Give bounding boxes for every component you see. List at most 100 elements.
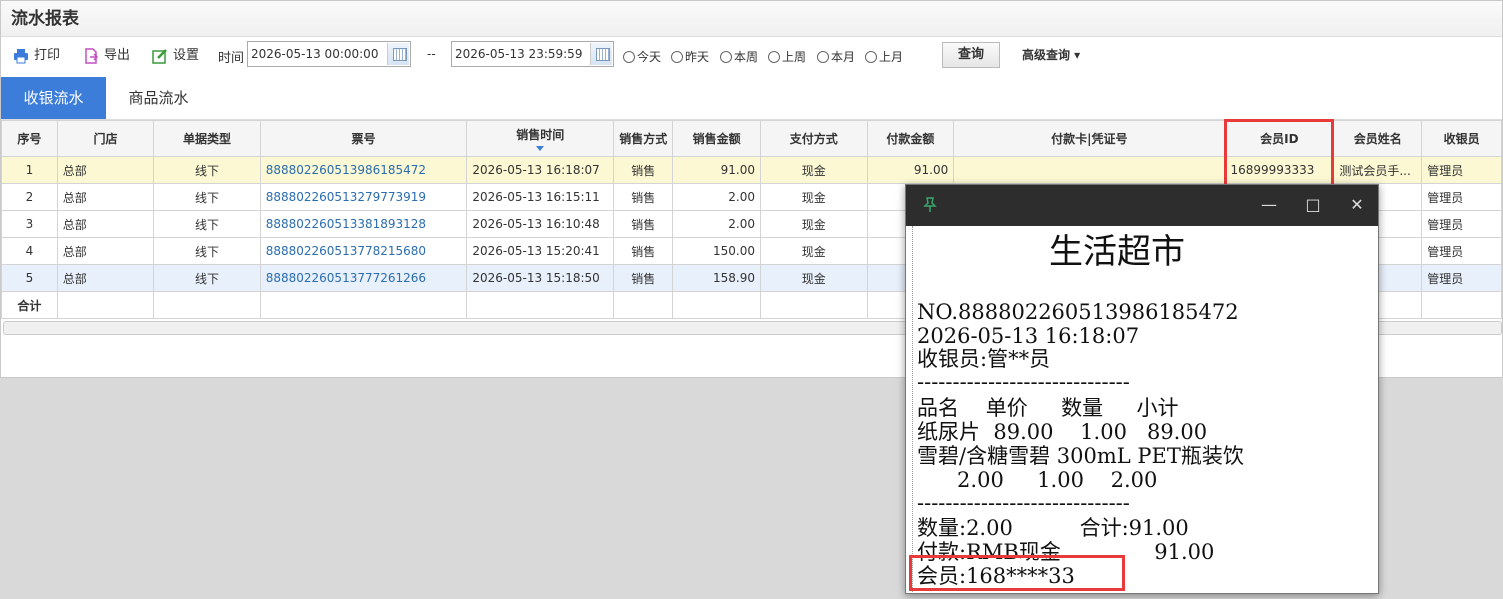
table-cell: 3	[1, 210, 58, 238]
table-cell: 总部	[56, 210, 155, 238]
table-cell: 4	[1, 237, 58, 265]
table-cell: 现金	[760, 264, 868, 292]
export-button[interactable]: 导出	[83, 45, 130, 67]
table-cell: 销售	[613, 264, 674, 292]
time-label: 时间	[218, 51, 245, 66]
radio-yesterday[interactable]: 昨天	[671, 48, 709, 65]
table-cell: 线下	[153, 264, 261, 292]
radio-circle	[817, 50, 829, 63]
header-cell[interactable]: 支付方式	[760, 120, 868, 157]
advanced-query-dropdown[interactable]: 高级查询 ▾	[1022, 46, 1080, 63]
radio-label: 本月	[831, 50, 856, 64]
pin-icon[interactable]	[922, 197, 938, 213]
table-cell: 线下	[153, 156, 261, 184]
radio-label: 今天	[637, 50, 662, 64]
table-cell: 2026-05-13 16:10:48	[466, 210, 615, 238]
sort-desc-icon	[536, 146, 545, 151]
maximize-icon[interactable]: □	[1302, 194, 1324, 216]
header-cell[interactable]: 销售金额	[672, 120, 761, 157]
header-cell[interactable]: 销售方式	[613, 120, 674, 157]
receipt-divider: ------------------------------	[917, 370, 1130, 394]
radio-circle	[865, 50, 877, 63]
radio-this-month[interactable]: 本月	[817, 48, 855, 65]
print-button[interactable]: 打印	[13, 45, 60, 67]
radio-label: 昨天	[685, 50, 710, 64]
radio-label: 本周	[734, 50, 759, 64]
table-cell: 管理员	[1421, 183, 1502, 211]
table-cell: 总部	[56, 264, 155, 292]
calendar-icon[interactable]	[590, 43, 612, 65]
radio-circle	[768, 50, 780, 63]
minimize-icon[interactable]: —	[1258, 194, 1280, 216]
header-cell[interactable]: 票号	[259, 120, 468, 157]
radio-circle	[720, 50, 732, 63]
header-cell[interactable]: 门店	[56, 120, 155, 157]
tab-cashier-flow[interactable]: 收银流水	[1, 77, 106, 119]
table-cell: 测试会员手...	[1333, 156, 1423, 184]
settings-button[interactable]: 设置	[152, 45, 199, 67]
header-cell[interactable]: 序号	[1, 120, 58, 157]
receipt-item-name: 雪碧/含糖雪碧 300mL PET瓶装饮	[917, 444, 1244, 468]
print-label: 打印	[34, 48, 61, 63]
table-cell: 2026-05-13 16:18:07	[466, 156, 615, 184]
export-icon	[85, 48, 99, 64]
table-cell: 2	[1, 183, 58, 211]
header-cell[interactable]: 会员姓名	[1333, 120, 1423, 157]
table-cell: 91.00	[866, 156, 955, 184]
radio-last-week[interactable]: 上周	[768, 48, 806, 65]
total-label: 合计	[1, 291, 58, 319]
radio-this-week[interactable]: 本周	[720, 48, 758, 65]
radio-last-month[interactable]: 上月	[865, 48, 903, 65]
tab-goods-flow[interactable]: 商品流水	[106, 77, 211, 119]
total-cell	[760, 291, 868, 319]
table-cell: 线下	[153, 210, 261, 238]
page-title: 流水报表	[1, 1, 1502, 37]
total-cell	[613, 291, 674, 319]
total-cell	[1421, 291, 1502, 319]
receipt-item-values: 2.00 1.00 2.00	[917, 468, 1158, 492]
end-time-input[interactable]: 2026-05-13 23:59:59	[451, 41, 614, 67]
header-cell[interactable]: 单据类型	[153, 120, 261, 157]
table-cell: 现金	[760, 183, 868, 211]
receipt-item-header: 品名 单价 数量 小计	[917, 396, 1179, 420]
header-cell[interactable]: 付款卡|凭证号	[953, 120, 1226, 157]
ticket-number-cell: 888802260513986185472	[259, 156, 468, 184]
settings-label: 设置	[173, 48, 200, 63]
end-time-value: 2026-05-13 23:59:59	[455, 47, 583, 61]
table-cell: 5	[1, 264, 58, 292]
table-cell: 销售	[613, 210, 674, 238]
receipt-preview-window: — □ ✕ 生活超市 NO.888802260513986185472 2026…	[905, 184, 1379, 594]
receipt-item-line: 纸尿片 89.00 1.00 89.00	[917, 420, 1208, 444]
start-time-input[interactable]: 2026-05-13 00:00:00	[247, 41, 411, 67]
header-cell[interactable]: 付款金额	[866, 120, 955, 157]
table-cell: 管理员	[1421, 210, 1502, 238]
total-cell	[56, 291, 155, 319]
window-titlebar: — □ ✕	[906, 185, 1378, 226]
table-cell: 现金	[760, 237, 868, 265]
table-cell: 2.00	[672, 183, 761, 211]
table-cell: 现金	[760, 210, 868, 238]
highlight-box-member-id	[1224, 119, 1334, 190]
table-cell: 2026-05-13 15:18:50	[466, 264, 615, 292]
query-button[interactable]: 查询	[942, 42, 1000, 68]
calendar-icon[interactable]	[387, 43, 409, 65]
table-cell: 管理员	[1421, 156, 1502, 184]
header-cell-sorted[interactable]: 销售时间	[466, 120, 615, 157]
ticket-number-cell: 888802260513279773919	[259, 183, 468, 211]
table-cell: 销售	[613, 183, 674, 211]
receipt-number: NO.888802260513986185472	[917, 300, 1239, 324]
table-cell: 158.90	[672, 264, 761, 292]
total-cell	[672, 291, 761, 319]
table-cell: 线下	[153, 183, 261, 211]
table-cell: 管理员	[1421, 264, 1502, 292]
table-cell: 2.00	[672, 210, 761, 238]
close-icon[interactable]: ✕	[1346, 194, 1368, 216]
header-cell[interactable]: 收银员	[1421, 120, 1502, 157]
radio-today[interactable]: 今天	[623, 48, 661, 65]
table-cell: 2026-05-13 16:15:11	[466, 183, 615, 211]
receipt-totals: 数量:2.00 合计:91.00	[917, 516, 1189, 540]
highlight-box-receipt-member	[909, 555, 1125, 591]
table-cell: 总部	[56, 237, 155, 265]
receipt-paper: 生活超市 NO.888802260513986185472 2026-05-13…	[912, 226, 1372, 592]
total-cell	[153, 291, 261, 319]
